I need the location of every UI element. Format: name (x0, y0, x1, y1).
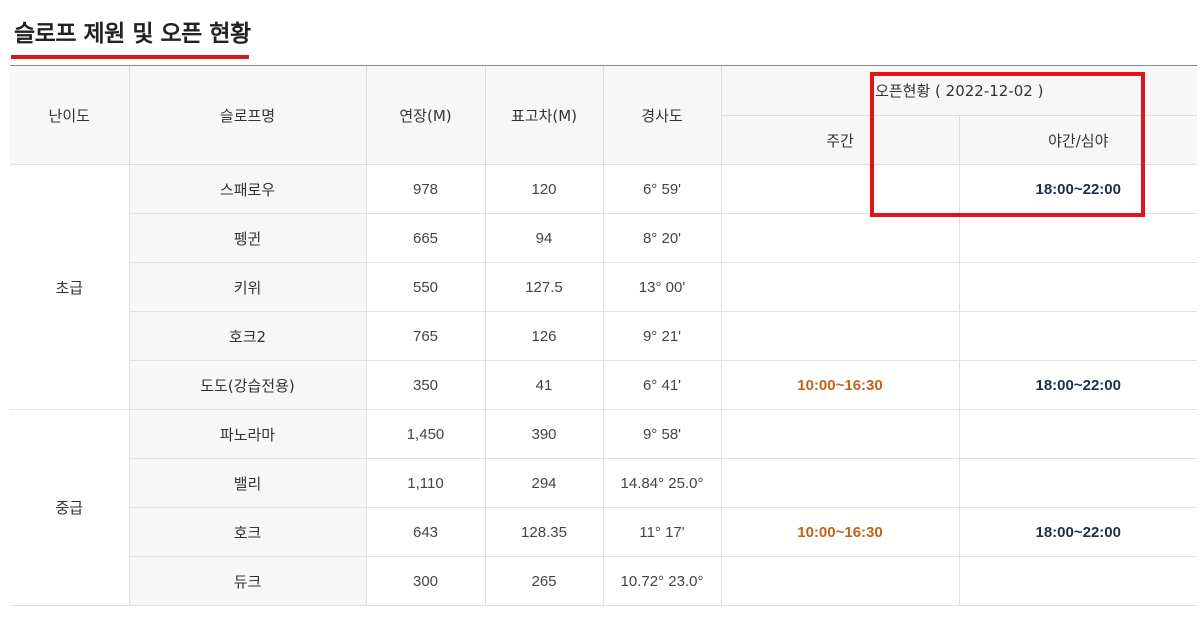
table-row: 호크2 765 126 9° 21' (10, 311, 1197, 361)
title-underline (11, 55, 249, 59)
day-hours-cell (721, 409, 960, 459)
slope-name-cell: 스패로우 (129, 164, 367, 214)
elevation-cell: 126 (485, 311, 604, 361)
elevation-cell: 294 (485, 458, 604, 508)
day-hours-cell (721, 311, 960, 361)
table-body: 초급 스패로우 978 120 6° 59' 18:00~22:00 펭귄 66… (10, 164, 1197, 606)
slope-table: 난이도 슬로프명 연장(M) 표고차(M) 경사도 오픈현황 ( 2022-12… (10, 66, 1197, 606)
gradient-cell: 13° 00' (603, 262, 722, 312)
length-cell: 350 (366, 360, 486, 410)
gradient-cell: 10.72° 23.0° (603, 556, 722, 606)
header-day: 주간 (721, 115, 960, 165)
day-hours-cell (721, 458, 960, 508)
elevation-cell: 120 (485, 164, 604, 214)
slope-name-cell: 키위 (129, 262, 367, 312)
gradient-cell: 11° 17' (603, 507, 722, 557)
header-elevation: 표고차(M) (485, 66, 604, 165)
night-hours-cell: 18:00~22:00 (959, 164, 1197, 214)
gradient-cell: 6° 59' (603, 164, 722, 214)
header-night: 야간/심야 (959, 115, 1197, 165)
table-row: 호크 643 128.35 11° 17' 10:00~16:30 18:00~… (10, 507, 1197, 557)
gradient-cell: 9° 58' (603, 409, 722, 459)
page-title: 슬로프 제원 및 오픈 현황 (14, 21, 251, 47)
night-hours-cell (959, 409, 1197, 459)
table-row: 도도(강습전용) 350 41 6° 41' 10:00~16:30 18:00… (10, 360, 1197, 410)
day-hours-cell (721, 213, 960, 263)
night-hours-cell: 18:00~22:00 (959, 360, 1197, 410)
slope-table-container: 난이도 슬로프명 연장(M) 표고차(M) 경사도 오픈현황 ( 2022-12… (10, 65, 1197, 626)
table-row: 초급 스패로우 978 120 6° 59' 18:00~22:00 (10, 164, 1197, 410)
level-cell: 중급 (10, 409, 130, 606)
day-hours-cell (721, 262, 960, 312)
elevation-cell: 265 (485, 556, 604, 606)
gradient-cell: 6° 41' (603, 360, 722, 410)
table-header: 난이도 슬로프명 연장(M) 표고차(M) 경사도 오픈현황 ( 2022-12… (10, 66, 1197, 165)
gradient-cell: 9° 21' (603, 311, 722, 361)
slope-name-cell: 도도(강습전용) (129, 360, 367, 410)
day-hours-cell: 10:00~16:30 (721, 360, 960, 410)
header-level: 난이도 (10, 66, 130, 165)
day-hours-cell: 10:00~16:30 (721, 507, 960, 557)
night-hours-cell (959, 556, 1197, 606)
length-cell: 550 (366, 262, 486, 312)
table-row: 밸리 1,110 294 14.84° 25.0° (10, 458, 1197, 508)
length-cell: 643 (366, 507, 486, 557)
length-cell: 300 (366, 556, 486, 606)
night-hours-cell (959, 213, 1197, 263)
elevation-cell: 390 (485, 409, 604, 459)
level-cell: 초급 (10, 164, 130, 410)
slope-name-cell: 파노라마 (129, 409, 367, 459)
day-hours-cell (721, 164, 960, 214)
gradient-cell: 14.84° 25.0° (603, 458, 722, 508)
length-cell: 665 (366, 213, 486, 263)
table-row: 키위 550 127.5 13° 00' (10, 262, 1197, 312)
elevation-cell: 128.35 (485, 507, 604, 557)
table-row: 중급 파노라마 1,450 390 9° 58' (10, 409, 1197, 606)
slope-name-cell: 호크2 (129, 311, 367, 361)
elevation-cell: 41 (485, 360, 604, 410)
night-hours-cell (959, 262, 1197, 312)
length-cell: 1,110 (366, 458, 486, 508)
header-open-status: 오픈현황 ( 2022-12-02 ) (721, 66, 1197, 116)
header-gradient: 경사도 (603, 66, 722, 165)
slope-name-cell: 호크 (129, 507, 367, 557)
length-cell: 765 (366, 311, 486, 361)
slope-name-cell: 밸리 (129, 458, 367, 508)
table-row: 듀크 300 265 10.72° 23.0° (10, 556, 1197, 606)
table-row: 펭귄 665 94 8° 20' (10, 213, 1197, 263)
header-length: 연장(M) (366, 66, 486, 165)
gradient-cell: 8° 20' (603, 213, 722, 263)
length-cell: 1,450 (366, 409, 486, 459)
night-hours-cell (959, 311, 1197, 361)
length-cell: 978 (366, 164, 486, 214)
header-slope-name: 슬로프명 (129, 66, 367, 165)
night-hours-cell (959, 458, 1197, 508)
elevation-cell: 94 (485, 213, 604, 263)
night-hours-cell: 18:00~22:00 (959, 507, 1197, 557)
slope-name-cell: 듀크 (129, 556, 367, 606)
day-hours-cell (721, 556, 960, 606)
elevation-cell: 127.5 (485, 262, 604, 312)
slope-name-cell: 펭귄 (129, 213, 367, 263)
